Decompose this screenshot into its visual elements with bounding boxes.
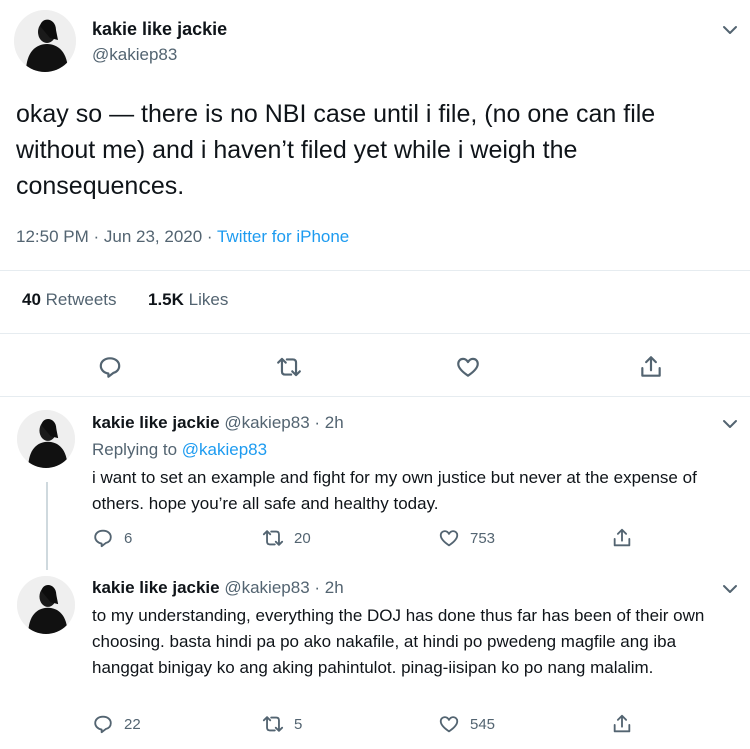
retweets-stat[interactable]: 40 Retweets: [22, 290, 117, 309]
tweet-time[interactable]: 12:50 PM · Jun 23, 2020 ·: [16, 227, 217, 246]
likes-label: Likes: [188, 290, 229, 309]
divider: [0, 396, 750, 397]
reply-count: 22: [124, 715, 141, 733]
reply-count: 6: [124, 529, 133, 547]
likes-count: 1.5K: [148, 290, 184, 309]
divider: [0, 270, 750, 271]
share-icon: [613, 714, 631, 733]
tweet-text: okay so — there is no NBI case until i f…: [16, 100, 656, 200]
like-icon: [439, 716, 459, 733]
retweet-count: 20: [294, 529, 311, 547]
reply-button[interactable]: 6: [92, 527, 132, 549]
share-button[interactable]: [611, 527, 633, 549]
tweet-source[interactable]: Twitter for iPhone: [217, 227, 349, 246]
chevron-down-icon[interactable]: [721, 24, 739, 36]
replying-to-label: Replying to: [92, 440, 182, 459]
retweet-count: 5: [294, 715, 303, 733]
chevron-down-icon[interactable]: [721, 583, 739, 595]
reply-header: kakie like jackie @kakiep83 · 2h: [92, 578, 344, 598]
reply-icon[interactable]: [97, 354, 123, 380]
display-name[interactable]: kakie like jackie: [92, 413, 220, 432]
user-handle[interactable]: @kakiep83: [92, 45, 177, 65]
like-button[interactable]: 753: [438, 527, 495, 549]
tweet-stats: 40 Retweets 1.5K Likes: [22, 290, 228, 310]
share-icon: [613, 528, 631, 547]
replying-to: Replying to @kakiep83: [92, 440, 267, 460]
display-name[interactable]: kakie like jackie: [92, 19, 227, 40]
thread-connector: [46, 482, 48, 570]
retweet-button[interactable]: 5: [262, 713, 302, 735]
reply-header: kakie like jackie @kakiep83 · 2h: [92, 413, 344, 433]
avatar-image: [17, 410, 75, 468]
divider: [0, 333, 750, 334]
like-icon[interactable]: [455, 354, 481, 380]
like-button[interactable]: 545: [438, 713, 495, 735]
retweets-label: Retweets: [45, 290, 117, 309]
reply-icon: [94, 529, 112, 548]
reply-text: to my understanding, everything the DOJ …: [92, 606, 705, 677]
retweet-icon[interactable]: [276, 354, 302, 380]
like-count: 753: [470, 529, 496, 547]
avatar-image: [14, 10, 76, 72]
like-icon: [439, 530, 459, 547]
retweet-icon: [262, 716, 284, 732]
replying-to-mention[interactable]: @kakiep83: [182, 440, 267, 459]
retweet-button[interactable]: 20: [262, 527, 311, 549]
display-name[interactable]: kakie like jackie: [92, 578, 220, 597]
share-icon[interactable]: [638, 354, 664, 380]
chevron-down-icon[interactable]: [721, 418, 739, 430]
handle-time[interactable]: @kakiep83 · 2h: [224, 413, 343, 432]
likes-stat[interactable]: 1.5K Likes: [148, 290, 228, 309]
avatar[interactable]: [17, 410, 75, 468]
share-button[interactable]: [611, 713, 633, 735]
like-count: 545: [470, 715, 496, 733]
retweets-count: 40: [22, 290, 41, 309]
retweet-icon: [262, 530, 284, 546]
reply-text: i want to set an example and fight for m…: [92, 468, 697, 513]
avatar-image: [17, 576, 75, 634]
reply-button[interactable]: 22: [92, 713, 141, 735]
avatar[interactable]: [14, 10, 76, 72]
tweet-timestamp: 12:50 PM · Jun 23, 2020 · Twitter for iP…: [16, 227, 349, 247]
reply-icon: [94, 715, 112, 734]
avatar[interactable]: [17, 576, 75, 634]
handle-time[interactable]: @kakiep83 · 2h: [224, 578, 343, 597]
